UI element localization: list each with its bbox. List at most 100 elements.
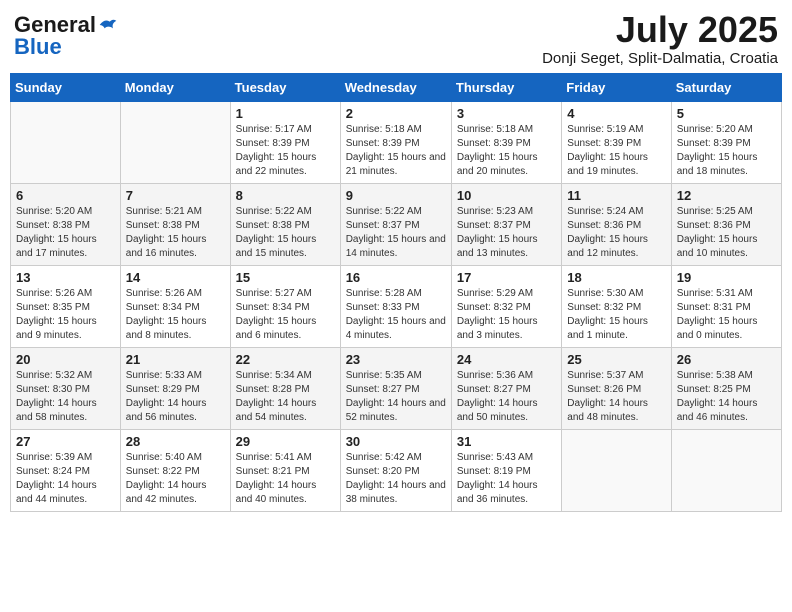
day-number: 22 (236, 352, 335, 367)
col-tuesday: Tuesday (230, 73, 340, 101)
day-number: 29 (236, 434, 335, 449)
day-number: 17 (457, 270, 556, 285)
cell-info: Sunrise: 5:40 AM Sunset: 8:22 PM Dayligh… (126, 451, 225, 507)
cell-info: Sunrise: 5:22 AM Sunset: 8:38 PM Dayligh… (236, 205, 335, 261)
table-row: 24 Sunrise: 5:36 AM Sunset: 8:27 PM Dayli… (451, 347, 561, 429)
table-row: 18 Sunrise: 5:30 AM Sunset: 8:32 PM Dayli… (562, 265, 671, 347)
cell-info: Sunrise: 5:26 AM Sunset: 8:35 PM Dayligh… (16, 287, 115, 343)
calendar-header-row: Sunday Monday Tuesday Wednesday Thursday… (11, 73, 782, 101)
table-row: 4 Sunrise: 5:19 AM Sunset: 8:39 PM Daylig… (562, 101, 671, 183)
table-row: 21 Sunrise: 5:33 AM Sunset: 8:29 PM Dayli… (120, 347, 230, 429)
table-row: 16Sunrise: 5:28 AM Sunset: 8:33 PM Dayli… (340, 265, 451, 347)
cell-info: Sunrise: 5:21 AM Sunset: 8:38 PM Dayligh… (126, 205, 225, 261)
table-row: 28 Sunrise: 5:40 AM Sunset: 8:22 PM Dayli… (120, 429, 230, 511)
table-row: 15Sunrise: 5:27 AM Sunset: 8:34 PM Dayli… (230, 265, 340, 347)
logo-blue-text: Blue (14, 36, 62, 58)
cell-info: Sunrise: 5:17 AM Sunset: 8:39 PM Dayligh… (236, 123, 335, 179)
cell-info: Sunrise: 5:42 AM Sunset: 8:20 PM Dayligh… (346, 451, 446, 507)
cell-info: Sunrise: 5:30 AM Sunset: 8:32 PM Dayligh… (567, 287, 665, 343)
col-sunday: Sunday (11, 73, 121, 101)
cell-info: Sunrise: 5:41 AM Sunset: 8:21 PM Dayligh… (236, 451, 335, 507)
cell-info: Sunrise: 5:19 AM Sunset: 8:39 PM Dayligh… (567, 123, 665, 179)
table-row: 29 Sunrise: 5:41 AM Sunset: 8:21 PM Dayli… (230, 429, 340, 511)
table-row (11, 101, 121, 183)
day-number: 11 (567, 188, 665, 203)
cell-info: Sunrise: 5:18 AM Sunset: 8:39 PM Dayligh… (346, 123, 446, 179)
cell-info: Sunrise: 5:20 AM Sunset: 8:39 PM Dayligh… (677, 123, 776, 179)
page-header: General Blue July 2025 Donji Seget, Spli… (10, 10, 782, 67)
day-number: 20 (16, 352, 115, 367)
day-number: 30 (346, 434, 446, 449)
day-number: 16 (346, 270, 446, 285)
cell-info: Sunrise: 5:26 AM Sunset: 8:34 PM Dayligh… (126, 287, 225, 343)
cell-info: Sunrise: 5:27 AM Sunset: 8:34 PM Dayligh… (236, 287, 335, 343)
calendar-week-row: 1 Sunrise: 5:17 AM Sunset: 8:39 PM Daylig… (11, 101, 782, 183)
cell-info: Sunrise: 5:32 AM Sunset: 8:30 PM Dayligh… (16, 369, 115, 425)
table-row: 23Sunrise: 5:35 AM Sunset: 8:27 PM Dayli… (340, 347, 451, 429)
day-number: 2 (346, 106, 446, 121)
cell-info: Sunrise: 5:25 AM Sunset: 8:36 PM Dayligh… (677, 205, 776, 261)
col-saturday: Saturday (671, 73, 781, 101)
day-number: 25 (567, 352, 665, 367)
table-row: 2 Sunrise: 5:18 AM Sunset: 8:39 PM Daylig… (340, 101, 451, 183)
col-monday: Monday (120, 73, 230, 101)
day-number: 1 (236, 106, 335, 121)
cell-info: Sunrise: 5:18 AM Sunset: 8:39 PM Dayligh… (457, 123, 556, 179)
table-row: 27 Sunrise: 5:39 AM Sunset: 8:24 PM Dayli… (11, 429, 121, 511)
day-number: 21 (126, 352, 225, 367)
logo-bird-icon (98, 16, 118, 34)
day-number: 8 (236, 188, 335, 203)
col-friday: Friday (562, 73, 671, 101)
day-number: 19 (677, 270, 776, 285)
table-row: 11 Sunrise: 5:24 AM Sunset: 8:36 PM Dayli… (562, 183, 671, 265)
table-row (120, 101, 230, 183)
logo: General Blue (14, 14, 118, 58)
table-row: 14 Sunrise: 5:26 AM Sunset: 8:34 PM Dayli… (120, 265, 230, 347)
day-number: 26 (677, 352, 776, 367)
cell-info: Sunrise: 5:29 AM Sunset: 8:32 PM Dayligh… (457, 287, 556, 343)
cell-info: Sunrise: 5:39 AM Sunset: 8:24 PM Dayligh… (16, 451, 115, 507)
cell-info: Sunrise: 5:37 AM Sunset: 8:26 PM Dayligh… (567, 369, 665, 425)
table-row: 8 Sunrise: 5:22 AM Sunset: 8:38 PM Daylig… (230, 183, 340, 265)
table-row (562, 429, 671, 511)
table-row (671, 429, 781, 511)
cell-info: Sunrise: 5:22 AM Sunset: 8:37 PM Dayligh… (346, 205, 446, 261)
table-row: 5Sunrise: 5:20 AM Sunset: 8:39 PM Daylig… (671, 101, 781, 183)
table-row: 6Sunrise: 5:20 AM Sunset: 8:38 PM Daylig… (11, 183, 121, 265)
day-number: 4 (567, 106, 665, 121)
title-location: Donji Seget, Split-Dalmatia, Croatia (542, 50, 778, 67)
table-row: 19 Sunrise: 5:31 AM Sunset: 8:31 PM Dayli… (671, 265, 781, 347)
table-row: 1 Sunrise: 5:17 AM Sunset: 8:39 PM Daylig… (230, 101, 340, 183)
table-row: 3 Sunrise: 5:18 AM Sunset: 8:39 PM Daylig… (451, 101, 561, 183)
cell-info: Sunrise: 5:24 AM Sunset: 8:36 PM Dayligh… (567, 205, 665, 261)
table-row: 25 Sunrise: 5:37 AM Sunset: 8:26 PM Dayli… (562, 347, 671, 429)
title-block: July 2025 Donji Seget, Split-Dalmatia, C… (542, 10, 778, 67)
table-row: 17 Sunrise: 5:29 AM Sunset: 8:32 PM Dayli… (451, 265, 561, 347)
cell-info: Sunrise: 5:31 AM Sunset: 8:31 PM Dayligh… (677, 287, 776, 343)
table-row: 7Sunrise: 5:21 AM Sunset: 8:38 PM Daylig… (120, 183, 230, 265)
day-number: 18 (567, 270, 665, 285)
day-number: 27 (16, 434, 115, 449)
day-number: 3 (457, 106, 556, 121)
title-month: July 2025 (542, 10, 778, 50)
table-row: 26Sunrise: 5:38 AM Sunset: 8:25 PM Dayli… (671, 347, 781, 429)
col-wednesday: Wednesday (340, 73, 451, 101)
cell-info: Sunrise: 5:36 AM Sunset: 8:27 PM Dayligh… (457, 369, 556, 425)
calendar-week-row: 13Sunrise: 5:26 AM Sunset: 8:35 PM Dayli… (11, 265, 782, 347)
day-number: 12 (677, 188, 776, 203)
table-row: 30 Sunrise: 5:42 AM Sunset: 8:20 PM Dayli… (340, 429, 451, 511)
calendar-week-row: 20 Sunrise: 5:32 AM Sunset: 8:30 PM Dayli… (11, 347, 782, 429)
day-number: 6 (16, 188, 115, 203)
day-number: 14 (126, 270, 225, 285)
calendar-week-row: 27 Sunrise: 5:39 AM Sunset: 8:24 PM Dayli… (11, 429, 782, 511)
calendar-table: Sunday Monday Tuesday Wednesday Thursday… (10, 73, 782, 512)
table-row: 22 Sunrise: 5:34 AM Sunset: 8:28 PM Dayli… (230, 347, 340, 429)
table-row: 12 Sunrise: 5:25 AM Sunset: 8:36 PM Dayli… (671, 183, 781, 265)
day-number: 28 (126, 434, 225, 449)
table-row: 20 Sunrise: 5:32 AM Sunset: 8:30 PM Dayli… (11, 347, 121, 429)
day-number: 24 (457, 352, 556, 367)
col-thursday: Thursday (451, 73, 561, 101)
table-row: 13Sunrise: 5:26 AM Sunset: 8:35 PM Dayli… (11, 265, 121, 347)
cell-info: Sunrise: 5:34 AM Sunset: 8:28 PM Dayligh… (236, 369, 335, 425)
cell-info: Sunrise: 5:33 AM Sunset: 8:29 PM Dayligh… (126, 369, 225, 425)
